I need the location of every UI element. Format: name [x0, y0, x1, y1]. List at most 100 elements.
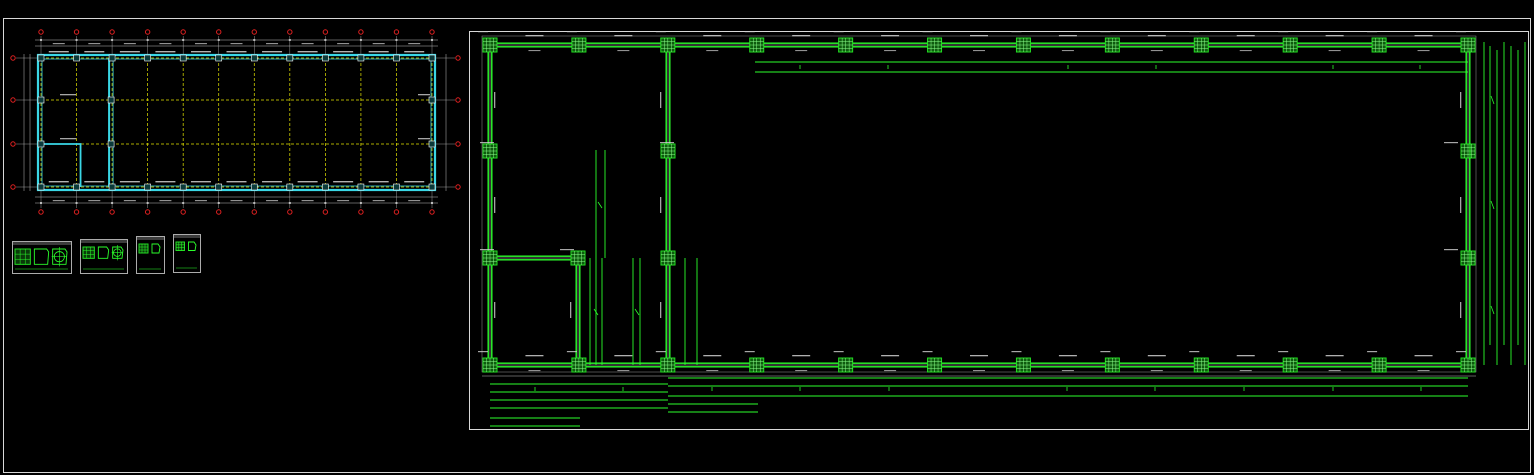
beam-tag-top-sub-4 [795, 50, 808, 52]
beam-tag-bottom-sub-6 [973, 370, 985, 372]
beam-label-bottom-9 [333, 181, 354, 183]
wall-tag-6 [660, 302, 662, 318]
beam-label-top-7 [262, 51, 283, 53]
column-t-5 [179, 54, 187, 62]
rebar-plan[interactable] [469, 31, 1529, 430]
floor-plan-overview[interactable] [10, 29, 461, 215]
detail-sheet-2[interactable] [80, 239, 128, 274]
outer-frame [3, 18, 1531, 473]
axis-bubble-bottom-9 [322, 209, 329, 215]
dim-tick-bottom-12 [431, 202, 433, 204]
detail-sheet-3[interactable] [136, 236, 165, 274]
col-tag-top-1 [478, 31, 488, 33]
column-b-5 [179, 183, 187, 191]
beam-tag-top-7 [1058, 35, 1077, 37]
column-t-8 [286, 54, 294, 62]
wall-tag-1 [494, 92, 496, 108]
dim-tick-top-4 [146, 39, 149, 41]
beam-tag-bottom-sub-10 [1328, 370, 1341, 372]
axis-bubble-left-3 [10, 141, 16, 147]
outer-wall [36, 53, 437, 192]
dim-tick-top-3 [111, 39, 114, 41]
room-wall [41, 143, 82, 187]
dim-label-bottom-4 [159, 200, 172, 202]
dim-label-top-2 [88, 43, 101, 45]
axis-bubble-bottom-4 [144, 209, 151, 215]
detail-sheet-4[interactable] [173, 234, 201, 273]
wall-tag-5 [660, 197, 662, 213]
col-tag-top-12 [1456, 31, 1466, 33]
column-b-9 [322, 183, 329, 191]
beam-tag-bottom-sub-5 [884, 370, 897, 372]
col-tag-top-10 [1278, 31, 1289, 33]
axis-bubble-top-11 [393, 29, 400, 35]
column-t-6 [215, 54, 223, 62]
beam-tag-bottom-3 [703, 355, 722, 357]
column-mid-1-1 [37, 96, 45, 104]
beam-label-top-9 [333, 51, 354, 53]
dim-tick-bottom-2 [75, 202, 78, 204]
dim-tick-bottom-9 [324, 202, 327, 204]
beam-tag-bottom-sub-3 [706, 370, 719, 372]
beam-tag-top-sub-11 [1417, 50, 1430, 52]
detail-sheet-header [13, 242, 71, 245]
beam-label-bottom-10 [368, 181, 389, 183]
dim-label-top-6 [230, 43, 243, 45]
dim-label-top-8 [301, 43, 314, 45]
axis-bubble-bottom-6 [216, 209, 222, 215]
beam-tag-top-11 [1414, 35, 1433, 37]
dim-tick-top-1 [40, 39, 42, 41]
dim-tick-top-8 [288, 39, 291, 41]
col-tag-bottom-10 [1278, 351, 1289, 353]
dim-tick-bottom-7 [253, 202, 256, 204]
col-tag-top-11 [1367, 31, 1378, 33]
rebar-right-mark-1 [1490, 95, 1495, 105]
axis-bubble-top-4 [144, 29, 151, 35]
column-b-7 [250, 183, 258, 191]
beam-tag-bottom-4 [792, 355, 811, 357]
axis-bubble-top-3 [109, 29, 115, 35]
inner-wall-line [41, 58, 432, 187]
col-tag-bottom-11 [1367, 351, 1378, 353]
col-tag-bottom-4 [744, 351, 755, 353]
wall-label-r-2 [418, 138, 430, 140]
beam-tag-bottom-8 [1147, 355, 1166, 357]
beam-tag-bottom-5 [881, 355, 900, 357]
detail-sheet-frame [173, 234, 201, 273]
beam-tag-bottom-sub-9 [1239, 370, 1252, 372]
column-t-7 [250, 54, 258, 62]
axis-bubble-left-1 [10, 55, 16, 61]
detail-sheets[interactable] [12, 234, 201, 274]
dim-tick-bottom-1 [40, 202, 42, 204]
axis-bubble-bottom-3 [109, 209, 115, 215]
rebar-outer-thin-frame [481, 35, 1477, 373]
detail-stirrup [188, 241, 197, 251]
col-tag-bottom-9 [1189, 351, 1200, 353]
dim-tick-bottom-10 [359, 202, 362, 204]
cad-drawing-canvas[interactable] [0, 0, 1534, 475]
dim-label-bottom-3 [123, 200, 136, 202]
col-tag-top-6 [922, 31, 933, 33]
column-mid-2-3 [428, 140, 436, 148]
beam-label-top-1 [48, 51, 69, 53]
dim-label-bottom-10 [372, 200, 385, 202]
axis-bubble-bottom-10 [358, 209, 364, 215]
beam-tag-bottom-6 [970, 355, 988, 357]
dim-label-bottom-7 [266, 200, 279, 202]
col-tag-top-3 [655, 31, 666, 33]
wall-tag-9 [1460, 197, 1462, 213]
column-mid-1-3 [428, 96, 436, 104]
beam-tag-top-sub-3 [706, 50, 719, 52]
detail-sheet-1[interactable] [12, 241, 72, 274]
axis-bubble-bottom-5 [180, 209, 186, 215]
column-b-1 [37, 183, 45, 191]
axis-bubble-bottom-2 [73, 209, 80, 215]
beam-label-top-11 [404, 51, 425, 53]
dim-tick-top-9 [324, 39, 327, 41]
dim-tick-bottom-8 [288, 202, 291, 204]
beam-label-bottom-3 [119, 181, 140, 183]
dim-label-top-9 [337, 43, 350, 45]
col-tag-side-1 [480, 142, 494, 144]
col-tag-top-7 [1011, 31, 1022, 33]
column-t-12 [428, 54, 436, 62]
